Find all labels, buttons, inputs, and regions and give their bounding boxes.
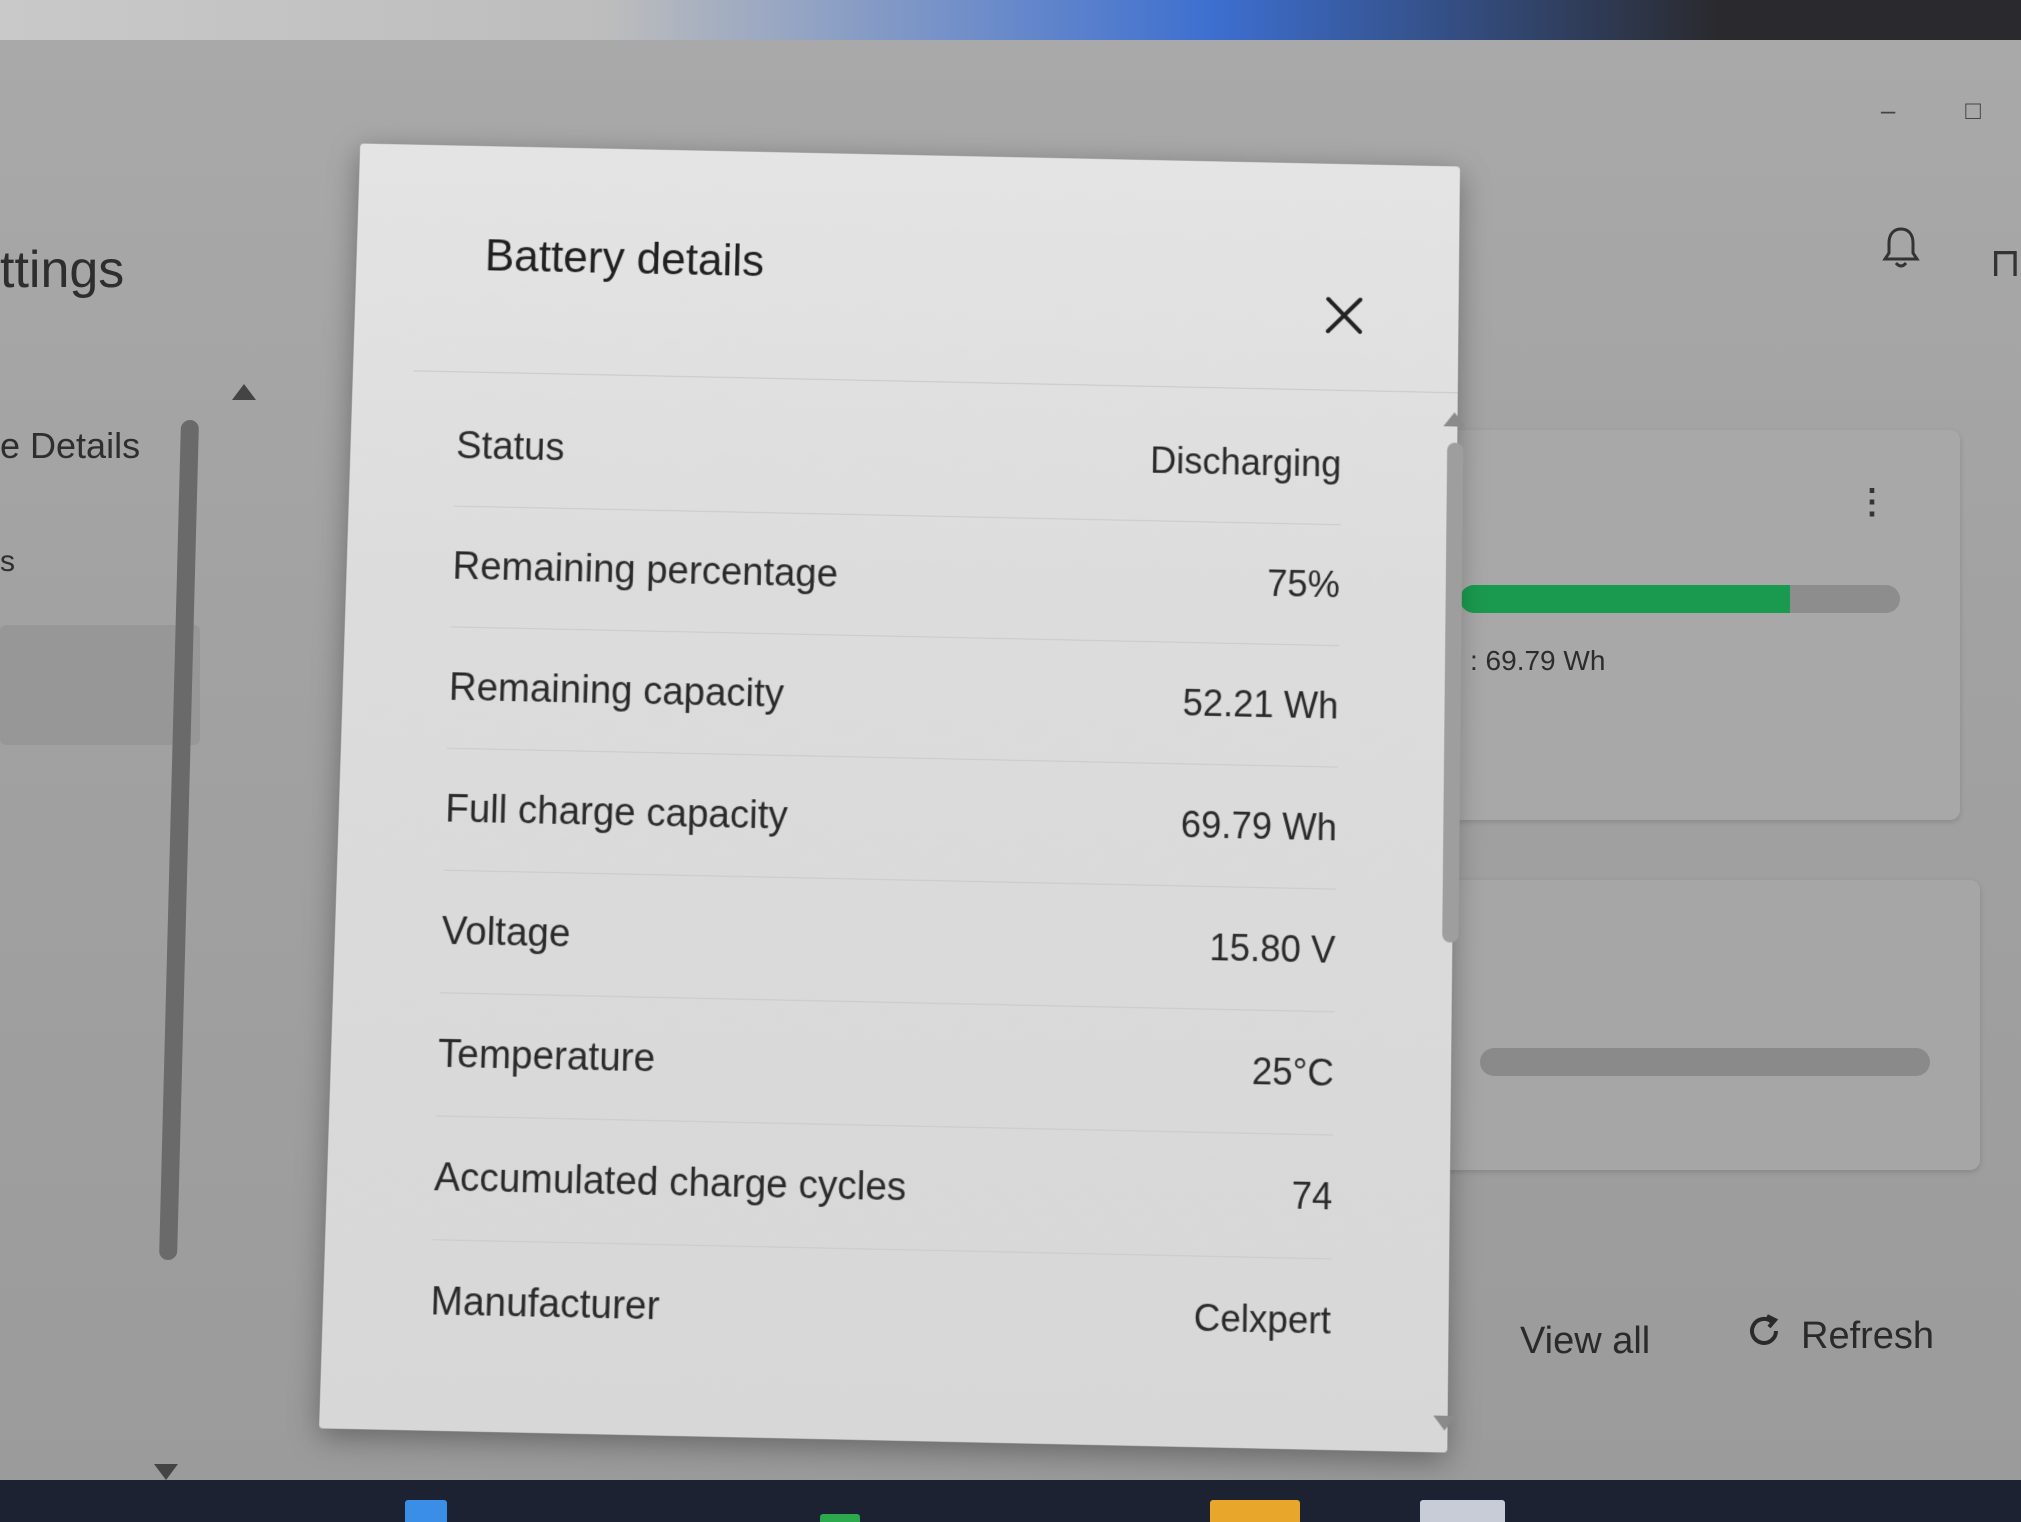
row-value: Celxpert <box>1193 1296 1332 1343</box>
dialog-title: Battery details <box>484 231 765 287</box>
desktop-background-strip <box>0 0 2021 40</box>
row-value: 69.79 Wh <box>1180 803 1338 849</box>
row-label: Temperature <box>437 1032 656 1081</box>
close-button[interactable] <box>1318 289 1371 342</box>
close-icon <box>1318 289 1371 342</box>
detail-row-remaining-percentage: Remaining percentage 75% <box>450 506 1341 647</box>
details-list: Status Discharging Remaining percentage … <box>429 386 1343 1383</box>
row-label: Full charge capacity <box>444 787 789 838</box>
more-vertical-icon[interactable]: ⋮ <box>1855 485 1889 519</box>
battery-charge-bar <box>1460 585 1900 613</box>
secondary-bar <box>1480 1048 1930 1076</box>
nav-scroll-up-arrow-icon[interactable] <box>232 384 256 400</box>
maximize-button[interactable]: □ <box>1965 95 1981 126</box>
taskbar-app-icon[interactable] <box>820 1514 860 1522</box>
nav-scroll-down-arrow-icon[interactable] <box>154 1464 178 1480</box>
dialog-scroll-down-arrow-icon[interactable] <box>1433 1415 1456 1431</box>
full-capacity-text: : 69.79 Wh <box>1470 645 1606 676</box>
row-label: Manufacturer <box>429 1279 661 1329</box>
row-value: 25°C <box>1251 1049 1335 1095</box>
taskbar-app-icon-2[interactable] <box>1420 1500 1505 1522</box>
file-explorer-icon[interactable] <box>1210 1500 1300 1522</box>
nav-item-details[interactable]: e Details <box>0 425 140 467</box>
bell-icon[interactable] <box>1881 225 1921 271</box>
detail-row-remaining-capacity: Remaining capacity 52.21 Wh <box>447 627 1340 768</box>
refresh-label: Refresh <box>1801 1314 1935 1357</box>
dialog-scroll-up-arrow-icon[interactable] <box>1443 412 1466 427</box>
row-label: Remaining percentage <box>451 544 839 596</box>
row-value: 74 <box>1291 1174 1333 1218</box>
detail-row-manufacturer: Manufacturer Celxpert <box>429 1240 1332 1383</box>
row-value: Discharging <box>1149 439 1342 485</box>
battery-secondary-card <box>1400 880 1980 1170</box>
detail-row-charge-cycles: Accumulated charge cycles 74 <box>432 1116 1334 1260</box>
refresh-icon <box>1745 1312 1783 1360</box>
row-value: 75% <box>1266 562 1341 606</box>
window-controls: – □ <box>1881 95 1981 126</box>
partial-icon[interactable]: ⊓ <box>1990 240 2021 286</box>
minimize-button[interactable]: – <box>1881 95 1895 126</box>
detail-row-voltage: Voltage 15.80 V <box>439 870 1337 1013</box>
nav-item-partial[interactable]: s <box>0 545 15 579</box>
detail-row-full-charge-capacity: Full charge capacity 69.79 Wh <box>443 748 1338 890</box>
detail-row-temperature: Temperature 25°C <box>436 993 1335 1136</box>
refresh-button[interactable]: Refresh <box>1745 1312 1934 1360</box>
nav-item-selected-highlight[interactable] <box>0 625 200 745</box>
row-label: Accumulated charge cycles <box>433 1155 907 1210</box>
view-all-link[interactable]: View all <box>1520 1320 1650 1363</box>
battery-charge-fill <box>1460 585 1790 613</box>
detail-row-status: Status Discharging <box>454 386 1343 526</box>
battery-details-dialog: Battery details Status Discharging Remai… <box>319 143 1466 1453</box>
row-label: Status <box>455 424 566 469</box>
start-icon[interactable] <box>405 1500 447 1522</box>
row-value: 52.21 Wh <box>1182 681 1339 727</box>
row-label: Remaining capacity <box>448 665 785 716</box>
taskbar <box>0 1480 2021 1522</box>
app-title: ttings <box>0 241 125 299</box>
row-value: 15.80 V <box>1208 926 1336 972</box>
row-label: Voltage <box>441 909 571 956</box>
